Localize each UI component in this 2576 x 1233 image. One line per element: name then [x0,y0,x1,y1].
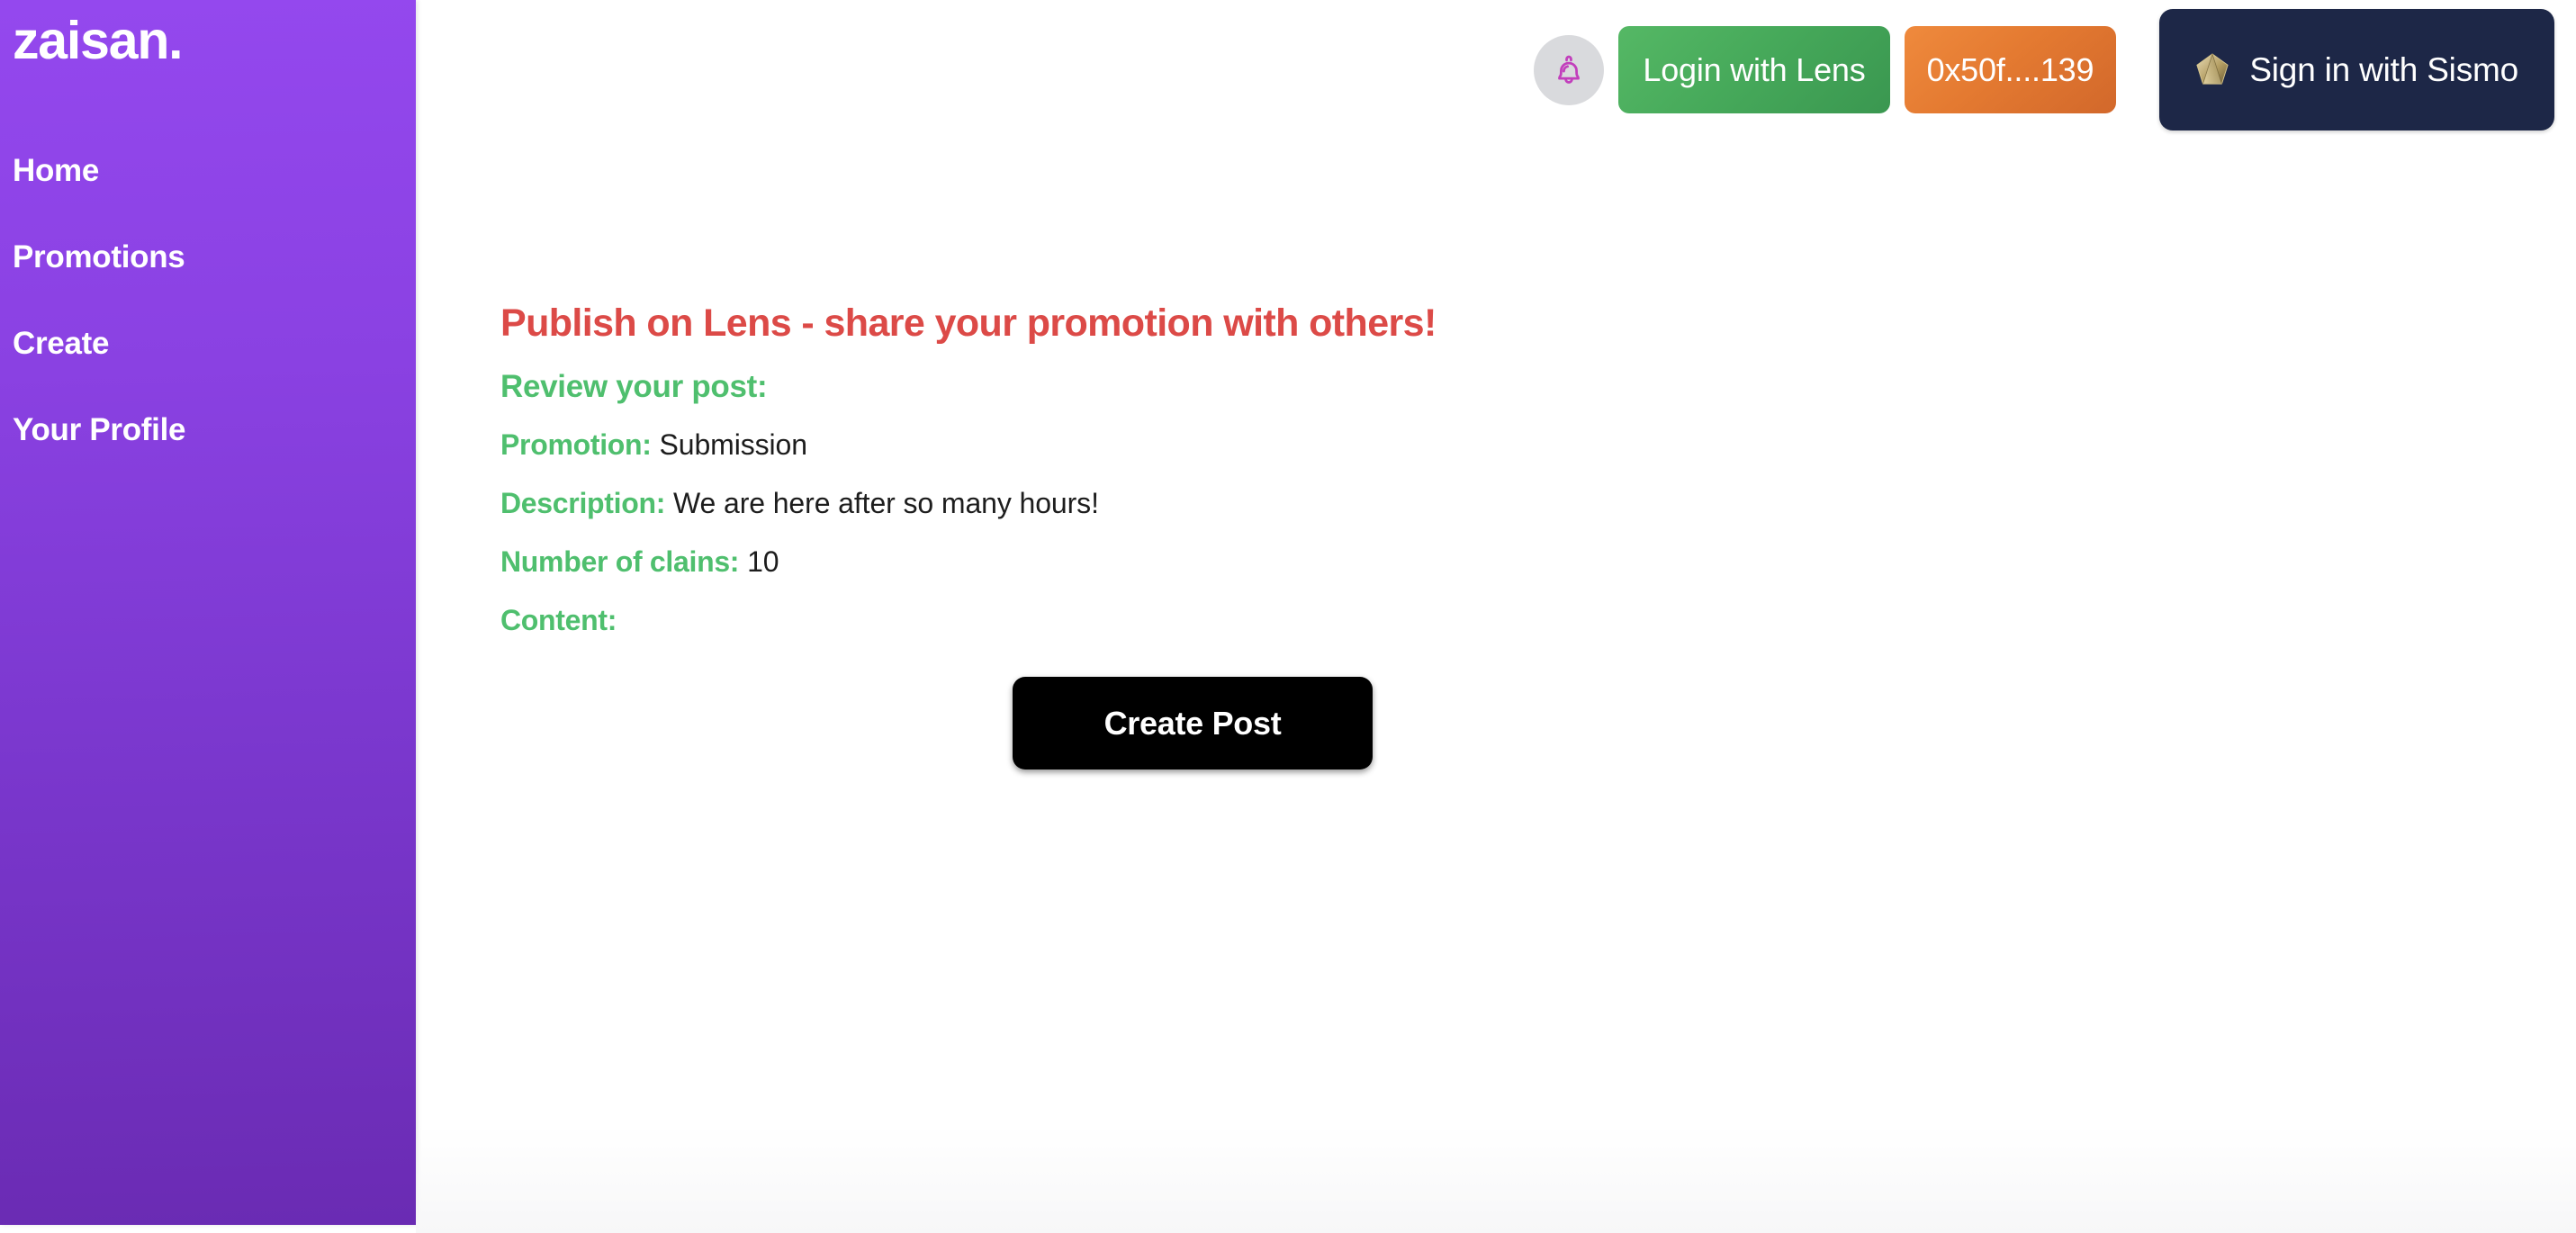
sismo-pentagon-logo-icon [2195,52,2229,88]
field-content: Content: [500,606,2211,634]
sidebar: zaisan. Home Promotions Create Your Prof… [0,0,416,1225]
sign-in-with-sismo-button[interactable]: Sign in with Sismo [2159,9,2554,130]
review-post-heading: Review your post: [500,369,768,404]
field-promotion: Promotion: Submission [500,430,2211,459]
field-description-value: We are here after so many hours! [672,487,1099,519]
field-promotion-value: Submission [659,428,808,461]
notifications-button[interactable] [1534,34,1605,105]
brand-logo[interactable]: zaisan. [13,14,184,68]
sismo-button-label: Sign in with Sismo [2249,50,2518,88]
sidebar-item-create[interactable]: Create [13,328,400,414]
field-promotion-label: Promotion: [500,428,652,461]
create-post-button[interactable]: Create Post [1013,677,1373,770]
field-number-of-claims-label: Number of clains: [500,545,740,578]
header-actions: Login with Lens 0x50f....139 Sign in wit… [1534,9,2554,130]
sidebar-item-home[interactable]: Home [13,155,400,241]
wallet-address-button[interactable]: 0x50f....139 [1904,26,2117,113]
sidebar-nav: Home Promotions Create Your Profile [13,155,400,500]
main-content: Publish on Lens - share your promotion w… [500,302,2211,635]
sidebar-item-promotions[interactable]: Promotions [13,241,400,328]
field-number-of-claims-value: 10 [747,545,779,578]
field-description-label: Description: [500,487,666,519]
field-description: Description: We are here after so many h… [500,489,2211,518]
login-with-lens-button[interactable]: Login with Lens [1618,26,1890,113]
bell-icon [1550,50,1588,90]
app-root: zaisan. Home Promotions Create Your Prof… [0,0,2576,1233]
bottom-gradient-wash [416,1125,2576,1233]
page-title: Publish on Lens - share your promotion w… [500,302,1437,345]
field-content-label: Content: [500,604,617,636]
header: Login with Lens 0x50f....139 Sign in wit… [416,0,2576,180]
create-post-action: Create Post [1013,677,1373,770]
sidebar-item-your-profile[interactable]: Your Profile [13,414,400,500]
field-number-of-claims: Number of clains: 10 [500,547,2211,576]
